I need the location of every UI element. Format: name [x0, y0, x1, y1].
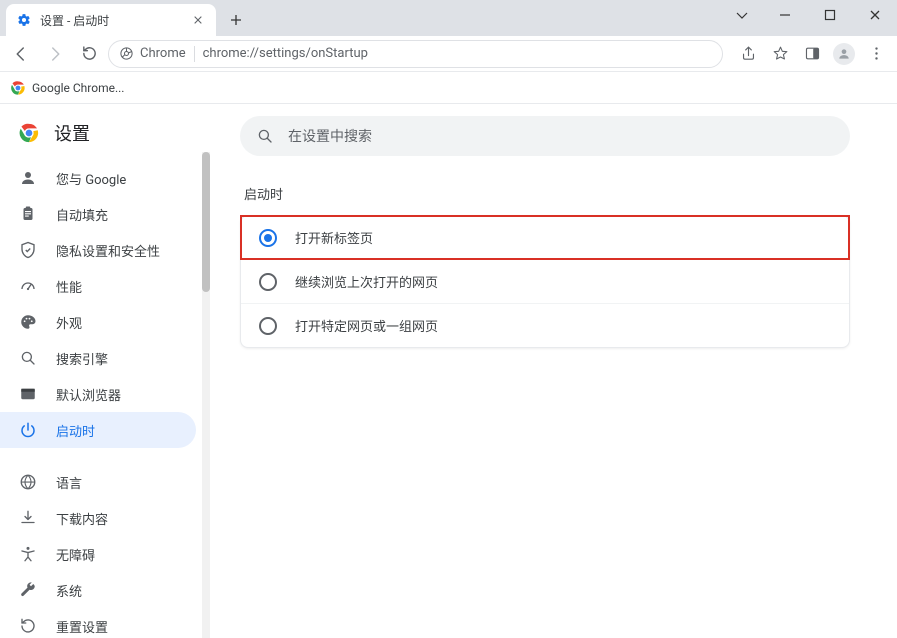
sidebar-item-label: 隐私设置和安全性: [56, 241, 160, 260]
restore-icon: [18, 617, 38, 635]
palette-icon: [18, 313, 38, 331]
sidebar-item-label: 默认浏览器: [56, 385, 121, 404]
globe-icon: [18, 473, 38, 491]
window-close-button[interactable]: [852, 0, 897, 30]
sidebar-item-search[interactable]: 搜索引擎: [0, 340, 196, 376]
person-icon: [18, 169, 38, 187]
tab-close-button[interactable]: [190, 12, 206, 28]
sidebar-item-default-browser[interactable]: 默认浏览器: [0, 376, 196, 412]
bookmarks-bar: Google Chrome...: [0, 72, 897, 104]
sidebar-item-autofill[interactable]: 自动填充: [0, 196, 196, 232]
sidebar-item-system[interactable]: 系统: [0, 572, 196, 608]
radio-unselected-icon: [259, 273, 277, 291]
tab-settings[interactable]: 设置 - 启动时: [6, 4, 216, 36]
sidebar-item-label: 重置设置: [56, 617, 108, 636]
sidebar-item-downloads[interactable]: 下载内容: [0, 500, 196, 536]
bookmark-star-button[interactable]: [765, 39, 795, 69]
settings-search-input[interactable]: 在设置中搜索: [240, 116, 850, 156]
sidebar-item-label: 搜索引擎: [56, 349, 108, 368]
radio-unselected-icon: [259, 317, 277, 335]
sidebar-item-appearance[interactable]: 外观: [0, 304, 196, 340]
sidebar-item-privacy[interactable]: 隐私设置和安全性: [0, 232, 196, 268]
window-minimize-button[interactable]: [762, 0, 807, 30]
option-label: 打开新标签页: [295, 228, 373, 247]
chrome-logo-icon: [18, 122, 40, 144]
chrome-icon: [10, 80, 26, 96]
back-button[interactable]: [6, 39, 36, 69]
radio-selected-icon: [259, 229, 277, 247]
settings-title: 设置: [54, 120, 90, 146]
tab-title: 设置 - 启动时: [40, 12, 182, 29]
sidebar-scrollbar[interactable]: [202, 152, 210, 638]
menu-button[interactable]: [861, 39, 891, 69]
sidebar-item-performance[interactable]: 性能: [0, 268, 196, 304]
download-icon: [18, 509, 38, 527]
sidebar-item-label: 无障碍: [56, 545, 95, 564]
sidebar-item-label: 启动时: [56, 421, 95, 440]
settings-main-panel: 在设置中搜索 启动时 打开新标签页 继续浏览上次打开的网页 打开特定网页或一组网…: [210, 104, 897, 638]
chrome-mono-icon: [119, 46, 134, 61]
profile-button[interactable]: [829, 39, 859, 69]
sidebar-item-label: 外观: [56, 313, 82, 332]
startup-option-continue[interactable]: 继续浏览上次打开的网页: [241, 259, 849, 303]
wrench-icon: [18, 581, 38, 599]
search-icon: [256, 127, 274, 145]
accessibility-icon: [18, 545, 38, 563]
startup-option-specific-pages[interactable]: 打开特定网页或一组网页: [241, 303, 849, 347]
sidebar-item-label: 性能: [56, 277, 82, 296]
sidebar-item-on-startup[interactable]: 启动时: [0, 412, 196, 448]
omnibox-chip-label: Chrome: [140, 46, 186, 61]
sidebar-item-label: 系统: [56, 581, 82, 600]
sidebar-item-label: 您与 Google: [56, 169, 126, 188]
omnibox-separator: [194, 46, 195, 62]
search-placeholder: 在设置中搜索: [288, 126, 372, 146]
share-button[interactable]: [733, 39, 763, 69]
startup-options-card: 打开新标签页 继续浏览上次打开的网页 打开特定网页或一组网页: [240, 215, 850, 348]
omnibox-url: chrome://settings/onStartup: [203, 46, 712, 61]
sidebar-item-reset[interactable]: 重置设置: [0, 608, 196, 638]
gear-icon: [16, 12, 32, 28]
sidebar-item-label: 自动填充: [56, 205, 108, 224]
power-icon: [18, 421, 38, 439]
speedometer-icon: [18, 277, 38, 295]
forward-button[interactable]: [40, 39, 70, 69]
side-panel-button[interactable]: [797, 39, 827, 69]
section-title-on-startup: 启动时: [244, 184, 867, 203]
startup-option-new-tab[interactable]: 打开新标签页: [241, 216, 849, 259]
shield-icon: [18, 241, 38, 259]
bookmark-item[interactable]: Google Chrome...: [32, 81, 124, 95]
option-label: 继续浏览上次打开的网页: [295, 272, 438, 291]
new-tab-button[interactable]: [222, 6, 250, 34]
sidebar-item-you-and-google[interactable]: 您与 Google: [0, 160, 196, 196]
settings-sidebar: 设置 您与 Google 自动填充 隐私设置和安全性 性能 外观: [0, 104, 210, 638]
address-bar[interactable]: Chrome chrome://settings/onStartup: [108, 40, 723, 68]
option-label: 打开特定网页或一组网页: [295, 316, 438, 335]
browser-icon: [18, 385, 38, 403]
sidebar-item-accessibility[interactable]: 无障碍: [0, 536, 196, 572]
search-icon: [18, 349, 38, 367]
reload-button[interactable]: [74, 39, 104, 69]
sidebar-item-language[interactable]: 语言: [0, 464, 196, 500]
sidebar-item-label: 下载内容: [56, 509, 108, 528]
browser-toolbar: Chrome chrome://settings/onStartup: [0, 36, 897, 72]
scrollbar-thumb[interactable]: [202, 152, 210, 292]
window-maximize-button[interactable]: [807, 0, 852, 30]
sidebar-item-label: 语言: [56, 473, 82, 492]
clipboard-icon: [18, 205, 38, 223]
window-dropdown-icon[interactable]: [722, 0, 762, 30]
